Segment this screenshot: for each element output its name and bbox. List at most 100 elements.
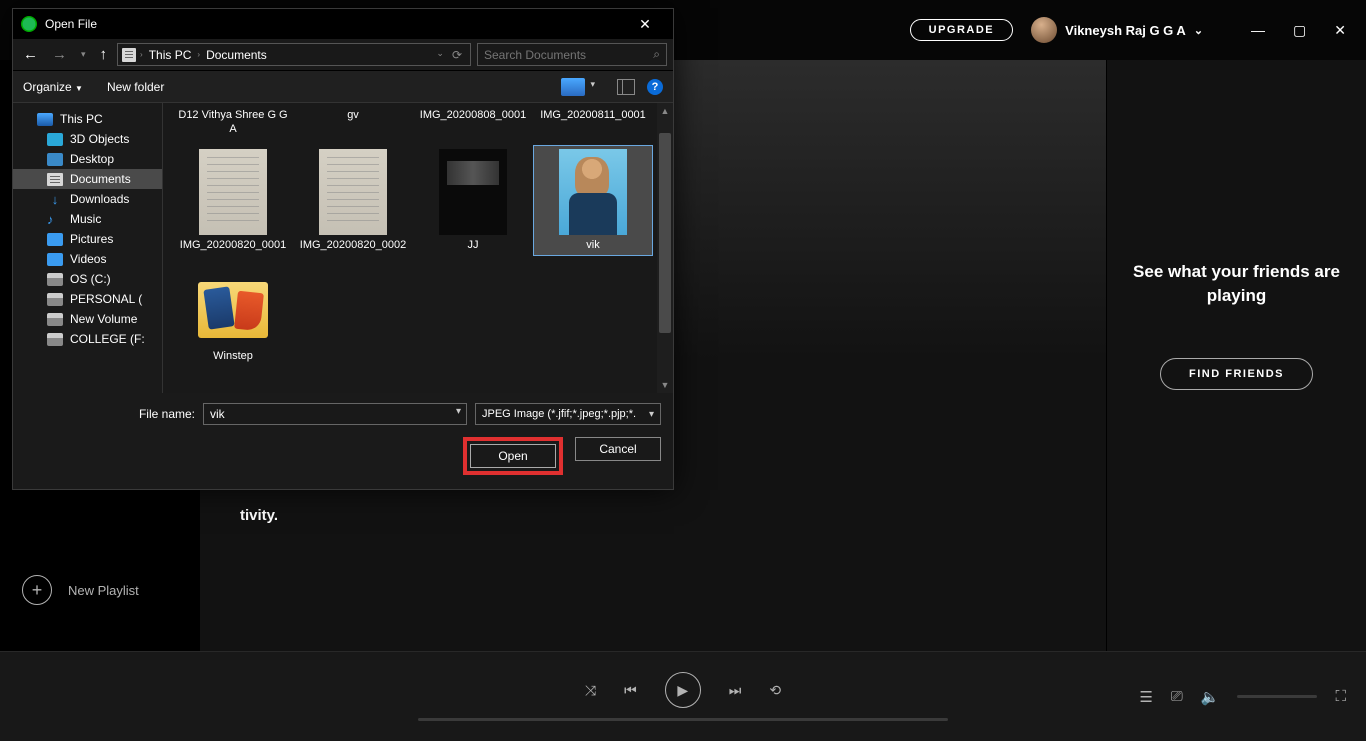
tree-item-desktop[interactable]: Desktop xyxy=(13,149,162,169)
play-button[interactable]: ▶ xyxy=(665,672,701,708)
tree-item-os-c-[interactable]: OS (C:) xyxy=(13,269,162,289)
tree-item-label: Pictures xyxy=(70,232,113,246)
new-folder-button[interactable]: New folder xyxy=(107,80,164,94)
tree-item-this-pc[interactable]: This PC xyxy=(13,109,162,129)
file-label: JJ xyxy=(415,239,531,253)
devices-icon[interactable]: ⎚ xyxy=(1171,688,1183,705)
dialog-close-button[interactable]: ✕ xyxy=(625,16,665,33)
dialog-toolbar: Organize ▼ New folder ? xyxy=(13,71,673,103)
scrollbar[interactable]: ▲ ▼ xyxy=(657,103,673,393)
nav-up-button[interactable]: ↑ xyxy=(96,46,112,63)
music-icon: ♪ xyxy=(47,213,63,226)
preview-pane-button[interactable] xyxy=(617,79,635,95)
filename-input[interactable] xyxy=(203,403,467,425)
cancel-button[interactable]: Cancel xyxy=(575,437,661,461)
file-thumbnail xyxy=(198,282,268,338)
file-list[interactable]: D12 Vithya Shree G G AgvIMG_20200808_000… xyxy=(163,103,673,393)
progress-bar[interactable] xyxy=(418,718,948,721)
tree-item-label: PERSONAL ( xyxy=(70,292,142,306)
tree-item-personal-[interactable]: PERSONAL ( xyxy=(13,289,162,309)
path-dropdown-icon[interactable]: ⌄ xyxy=(436,48,444,62)
file-item[interactable]: IMG_20200820_0001 xyxy=(173,145,293,257)
close-button[interactable]: ✕ xyxy=(1334,22,1346,39)
file-thumbnail xyxy=(199,149,267,235)
path-segment-folder[interactable]: Documents xyxy=(204,48,269,62)
tree-item-label: Music xyxy=(70,212,101,226)
folder-icon xyxy=(122,48,136,62)
file-item[interactable]: IMG_20200808_0001 xyxy=(413,109,533,141)
file-thumbnail xyxy=(439,149,507,235)
path-segment-root[interactable]: This PC xyxy=(147,48,194,62)
file-label: IMG_20200811_0001 xyxy=(535,109,651,123)
help-button[interactable]: ? xyxy=(647,79,663,95)
upgrade-button[interactable]: UPGRADE xyxy=(910,19,1014,41)
volume-icon[interactable]: 🔈 xyxy=(1201,688,1220,706)
file-item[interactable]: IMG_20200820_0002 xyxy=(293,145,413,257)
chevron-right-icon: › xyxy=(197,50,200,59)
next-button[interactable]: ⏭ xyxy=(729,682,742,699)
file-item[interactable]: D12 Vithya Shree G G A xyxy=(173,109,293,141)
vid-icon xyxy=(47,253,63,266)
scroll-down-arrow[interactable]: ▼ xyxy=(657,377,673,393)
search-input[interactable] xyxy=(484,48,653,62)
open-button[interactable]: Open xyxy=(470,444,556,468)
file-item[interactable]: vik xyxy=(533,145,653,257)
folder-tree[interactable]: This PC 3D ObjectsDesktopDocuments↓Downlo… xyxy=(13,103,163,393)
drive-icon xyxy=(47,333,63,346)
refresh-button[interactable]: ⟳ xyxy=(452,48,462,62)
tree-item-new-volume[interactable]: New Volume xyxy=(13,309,162,329)
drive-icon xyxy=(47,273,63,286)
tree-item-pictures[interactable]: Pictures xyxy=(13,229,162,249)
minimize-button[interactable]: — xyxy=(1251,22,1265,39)
spotify-icon xyxy=(21,16,37,32)
tree-item-downloads[interactable]: ↓Downloads xyxy=(13,189,162,209)
dialog-body: This PC 3D ObjectsDesktopDocuments↓Downlo… xyxy=(13,103,673,393)
file-item[interactable]: JJ xyxy=(413,145,533,257)
drive-icon xyxy=(47,293,63,306)
nav-forward-button[interactable]: → xyxy=(48,46,71,63)
view-options-button[interactable] xyxy=(561,78,585,96)
shuffle-button[interactable]: ⤨ xyxy=(585,682,596,699)
maximize-button[interactable]: ▢ xyxy=(1293,22,1306,39)
new-playlist-label: New Playlist xyxy=(68,583,139,598)
repeat-button[interactable]: ⟲ xyxy=(769,682,781,699)
find-friends-button[interactable]: FIND FRIENDS xyxy=(1160,358,1313,390)
friends-title: See what your friends are playing xyxy=(1127,260,1346,308)
nav-recent-button[interactable]: ▾ xyxy=(77,49,90,60)
activity-text: tivity. xyxy=(240,507,1066,524)
file-item[interactable]: gv xyxy=(293,109,413,141)
tree-item-label: This PC xyxy=(60,112,103,126)
tree-item-music[interactable]: ♪ Music xyxy=(13,209,162,229)
search-box[interactable]: ⌕ xyxy=(477,43,667,66)
scrollbar-thumb[interactable] xyxy=(659,133,671,333)
tree-item-3d-objects[interactable]: 3D Objects xyxy=(13,129,162,149)
dialog-titlebar[interactable]: Open File ✕ xyxy=(13,9,673,39)
file-label: IMG_20200808_0001 xyxy=(415,109,531,123)
file-thumbnail xyxy=(559,149,627,235)
file-item[interactable]: Winstep xyxy=(173,260,293,368)
scroll-up-arrow[interactable]: ▲ xyxy=(657,103,673,119)
file-item[interactable]: IMG_20200811_0001 xyxy=(533,109,653,141)
previous-button[interactable]: ⏮ xyxy=(624,682,637,699)
filetype-select[interactable]: JPEG Image (*.jfif;*.jpeg;*.pjp;*. xyxy=(475,403,661,425)
tree-item-documents[interactable]: Documents xyxy=(13,169,162,189)
address-bar[interactable]: › This PC › Documents ⌄ ⟳ xyxy=(117,43,471,66)
search-icon: ⌕ xyxy=(653,47,660,62)
doc-icon xyxy=(47,173,63,186)
user-menu[interactable]: Vikneysh Raj G G A ⌄ xyxy=(1031,17,1203,43)
organize-menu[interactable]: Organize ▼ xyxy=(23,80,83,94)
tree-item-videos[interactable]: Videos xyxy=(13,249,162,269)
file-label: IMG_20200820_0002 xyxy=(295,239,411,253)
new-playlist-button[interactable]: + New Playlist xyxy=(22,575,139,605)
tree-item-college-f-[interactable]: COLLEGE (F: xyxy=(13,329,162,349)
dl-icon: ↓ xyxy=(47,193,63,206)
chevron-right-icon: › xyxy=(140,50,143,59)
open-file-dialog: Open File ✕ ← → ▾ ↑ › This PC › Document… xyxy=(12,8,674,490)
volume-slider[interactable] xyxy=(1237,695,1317,698)
tree-item-label: New Volume xyxy=(70,312,137,326)
nav-back-button[interactable]: ← xyxy=(19,46,42,63)
fullscreen-icon[interactable]: ⛶ xyxy=(1335,688,1346,705)
plus-icon: + xyxy=(22,575,52,605)
queue-icon[interactable]: ☰ xyxy=(1139,688,1152,706)
user-name: Vikneysh Raj G G A xyxy=(1065,23,1186,38)
